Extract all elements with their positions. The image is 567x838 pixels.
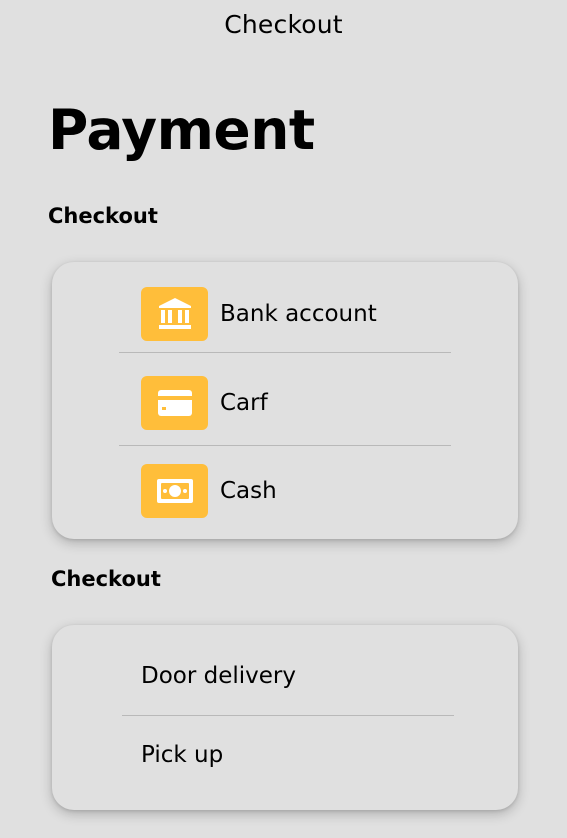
delivery-option-label: Door delivery (141, 663, 296, 689)
bank-icon (141, 287, 208, 341)
divider (119, 352, 451, 353)
delivery-option-label: Pick up (141, 742, 224, 768)
divider (122, 715, 454, 716)
cash-icon (141, 464, 208, 518)
payment-method-cash[interactable]: Cash (141, 464, 461, 518)
card-icon (141, 376, 208, 430)
divider (119, 445, 451, 446)
payment-section-label: Checkout (48, 204, 158, 228)
delivery-option-door-delivery[interactable]: Door delivery (141, 658, 461, 694)
payment-methods-card: Bank account Carf Cash (52, 262, 518, 539)
delivery-options-card: Door delivery Pick up (52, 625, 518, 810)
payment-method-card[interactable]: Carf (141, 376, 461, 430)
payment-method-bank-account[interactable]: Bank account (141, 287, 461, 341)
payment-method-label: Bank account (220, 301, 377, 327)
payment-method-label: Carf (220, 390, 268, 416)
payment-method-label: Cash (220, 478, 277, 504)
checkout-screen: Checkout Payment Checkout Bank account C… (0, 0, 567, 838)
page-title: Payment (48, 98, 315, 162)
header-title: Checkout (224, 10, 343, 39)
delivery-option-pick-up[interactable]: Pick up (141, 737, 461, 773)
delivery-section-label: Checkout (51, 567, 161, 591)
